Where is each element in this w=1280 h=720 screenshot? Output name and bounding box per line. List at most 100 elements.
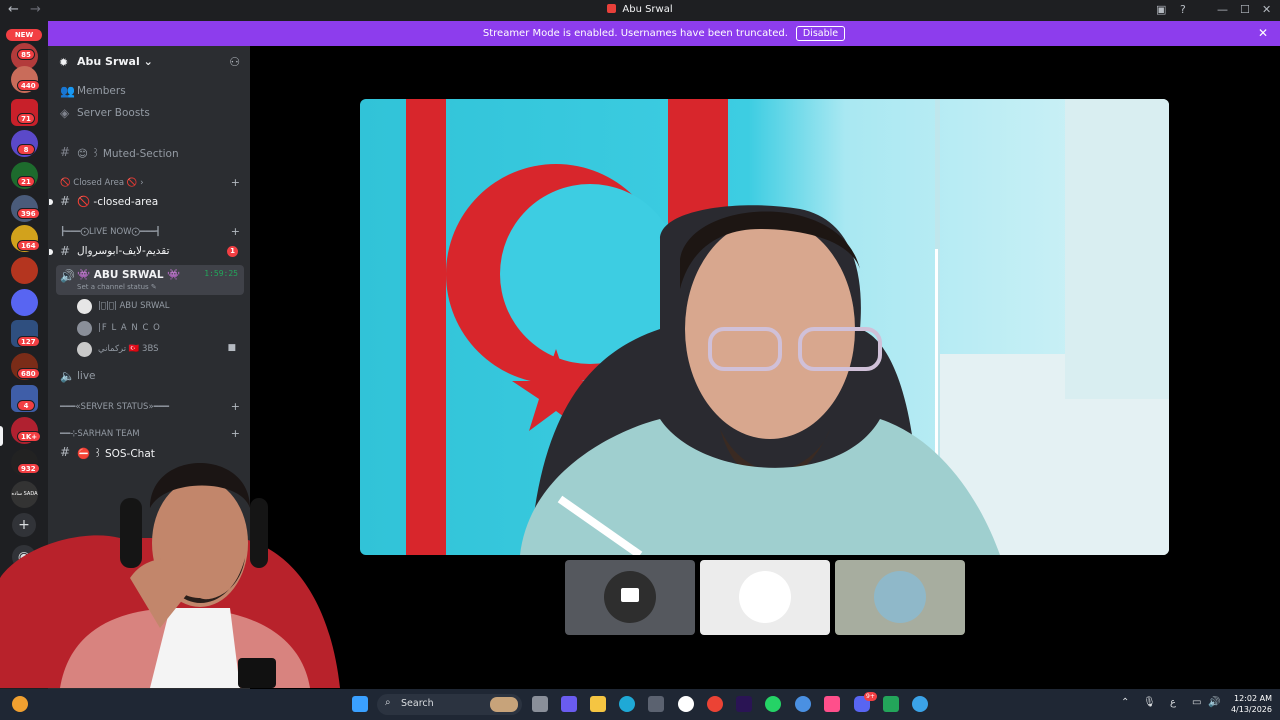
channel-sos-chat[interactable]: # ⛔ ꒱ SOS-Chat: [56, 443, 244, 463]
guild-header[interactable]: ✹ Abu Srwal ⌄ ⚇: [48, 46, 250, 78]
category-closed-area[interactable]: 🚫 Closed Area 🚫 › +: [56, 176, 244, 191]
voice-speaker-icon: 🔈: [60, 369, 75, 383]
guild-name[interactable]: Abu Srwal ⌄: [77, 55, 153, 68]
start-icon[interactable]: [352, 696, 368, 712]
mention-badge: 1K+: [17, 431, 42, 442]
mention-badge: 71: [17, 113, 35, 124]
language-indicator[interactable]: ع: [1170, 697, 1176, 708]
weather-icon[interactable]: [12, 696, 28, 712]
voice-channel-live[interactable]: 🔈 live: [56, 367, 244, 387]
channel-muted-section[interactable]: # 😊 ꒱ Muted-Section: [56, 143, 244, 163]
category-name: ━━⊹SARHAN TEAM: [60, 429, 140, 439]
app-icon[interactable]: [883, 696, 899, 712]
category-server-status[interactable]: ━━━«SERVER STATUS»━━━ +: [56, 400, 244, 415]
camera-icon: ■: [227, 343, 236, 353]
premiere-icon[interactable]: [736, 696, 752, 712]
whatsapp-icon[interactable]: [765, 696, 781, 712]
participant-tile[interactable]: [835, 560, 965, 635]
clock-date: 4/13/2026: [1230, 705, 1272, 714]
add-channel-icon[interactable]: +: [231, 427, 240, 440]
set-channel-status[interactable]: Set a channel status ✎: [77, 283, 157, 291]
voice-user[interactable]: تركماني 🇹🇷 3BS ■: [77, 341, 242, 359]
server-icon[interactable]: [11, 289, 38, 316]
disable-streamer-mode-button[interactable]: Disable: [795, 26, 846, 41]
channel-label: 😊 ꒱ Muted-Section: [77, 148, 179, 160]
category-name: ━━━«SERVER STATUS»━━━: [60, 402, 169, 412]
window-title: Abu Srwal: [0, 4, 1280, 15]
volume-icon[interactable]: 🔊: [1208, 697, 1220, 708]
hashtag-icon: #: [60, 445, 71, 459]
guild-name-text: Abu Srwal: [77, 55, 140, 68]
mention-badge: 85: [17, 49, 35, 60]
voice-channel-name: ABU SRWAL: [93, 269, 164, 281]
inbox-icon[interactable]: ▣: [1156, 3, 1166, 16]
chevron-up-icon[interactable]: ⌃: [1121, 697, 1129, 708]
search-placeholder: Search: [401, 698, 434, 709]
taskbar-clock[interactable]: 12:02 AM 4/13/2026: [1224, 693, 1272, 715]
app-logo-icon: [607, 4, 617, 13]
hashtag-icon: #: [60, 145, 71, 159]
add-server-icon[interactable]: +: [12, 513, 36, 537]
channel-arabic-live[interactable]: # تقديم-لايف-ابوسروال 1: [49, 242, 244, 262]
chrome-icon[interactable]: [707, 696, 723, 712]
maximize-icon[interactable]: ☐: [1240, 3, 1250, 16]
server-boosts-label: Server Boosts: [77, 107, 150, 119]
category-live-now[interactable]: ┣━━━⨀LIVE NOW⨀━━━┫ +: [56, 225, 244, 240]
music-icon[interactable]: [824, 696, 840, 712]
voice-user-name: |️⃣|️⃣| ABU SRWAL: [98, 301, 170, 311]
mention-badge: 680: [17, 368, 40, 379]
mention-badge: 4: [17, 400, 35, 411]
taskbar-search-input[interactable]: ⌕ Search: [377, 694, 522, 715]
add-channel-icon[interactable]: +: [231, 176, 240, 189]
mention-badge: 440: [17, 80, 40, 91]
guild-gear-icon: ✹: [59, 56, 69, 69]
new-badge[interactable]: NEW: [6, 29, 42, 41]
voice-user-name: |F L A N C O: [98, 323, 161, 333]
microphone-icon[interactable]: 🎙: [1143, 697, 1156, 708]
category-sarhan-team[interactable]: ━━⊹SARHAN TEAM +: [56, 427, 244, 442]
file-explorer-icon[interactable]: [590, 696, 606, 712]
avatar: [77, 299, 92, 314]
close-window-icon[interactable]: ✕: [1262, 3, 1271, 16]
close-icon[interactable]: ✕: [1258, 26, 1268, 40]
channel-status-text: Set a channel status: [77, 283, 149, 291]
discover-icon[interactable]: ◉: [12, 545, 36, 569]
voice-user[interactable]: |F L A N C O: [77, 320, 242, 338]
server-boosts-link[interactable]: ◈ Server Boosts: [56, 104, 244, 124]
add-channel-icon[interactable]: +: [231, 225, 240, 238]
mention-badge: 932: [17, 463, 40, 474]
alien-app-icon[interactable]: [678, 696, 694, 712]
channel-closed-area[interactable]: # 🚫 -closed-area: [49, 192, 244, 212]
voice-speaker-icon: 🔊: [60, 269, 75, 283]
channel-name: -closed-area: [93, 196, 159, 208]
invite-people-icon[interactable]: ⚇: [229, 55, 240, 69]
store-icon[interactable]: [648, 696, 664, 712]
voice-user[interactable]: |️⃣|️⃣| ABU SRWAL: [77, 298, 242, 316]
members-link[interactable]: 👥 Members: [56, 82, 244, 102]
network-icon[interactable]: ▭: [1192, 697, 1201, 708]
windows-taskbar: ⌕ Search 9+ ⌃ 🎙 ع ▭ 🔊 12:02 AM 4/13/2026: [0, 689, 1280, 720]
edge-icon[interactable]: [619, 696, 635, 712]
unread-indicator: [49, 249, 53, 255]
voice-channel-abu-srwal[interactable]: 🔊 👾 ABU SRWAL 👾 1:59:25 Set a channel st…: [56, 265, 244, 295]
window-title-text: Abu Srwal: [622, 4, 673, 15]
members-icon: 👥: [60, 84, 75, 98]
app-icon[interactable]: [795, 696, 811, 712]
sada-server-icon[interactable]: ساده SADA: [11, 481, 38, 508]
copilot-icon[interactable]: [561, 696, 577, 712]
task-view-icon[interactable]: [532, 696, 548, 712]
streamer-mode-banner: Streamer Mode is enabled. Usernames have…: [48, 21, 1280, 46]
focused-video-stream[interactable]: [360, 99, 1169, 555]
minimize-icon[interactable]: —: [1217, 3, 1228, 16]
boost-icon: ◈: [60, 106, 70, 120]
channel-sidebar: ✹ Abu Srwal ⌄ ⚇ 👥 Members ◈ Server Boost…: [48, 46, 250, 689]
participant-tile[interactable]: [700, 560, 830, 635]
help-icon[interactable]: ?: [1180, 3, 1186, 16]
server-icon[interactable]: [11, 257, 38, 284]
participant-tile[interactable]: [565, 560, 695, 635]
camera-icon: [621, 588, 639, 602]
app-icon[interactable]: [912, 696, 928, 712]
avatar: [77, 342, 92, 357]
add-channel-icon[interactable]: +: [231, 400, 240, 413]
video-frame-graphic: [406, 99, 1169, 555]
